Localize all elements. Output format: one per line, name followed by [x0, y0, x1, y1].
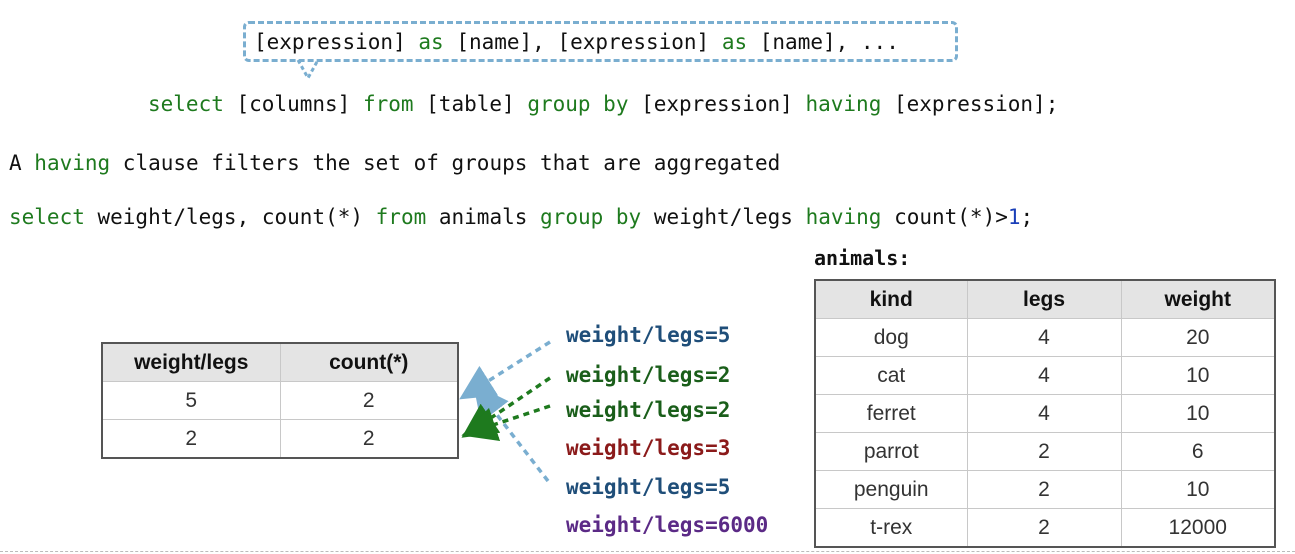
bottom-divider [0, 551, 1295, 552]
arrow-group-2-first [461, 376, 551, 438]
arrow-group-2-second [461, 404, 551, 442]
arrow-group-5-first [459, 340, 551, 400]
group-arrows [459, 340, 551, 483]
